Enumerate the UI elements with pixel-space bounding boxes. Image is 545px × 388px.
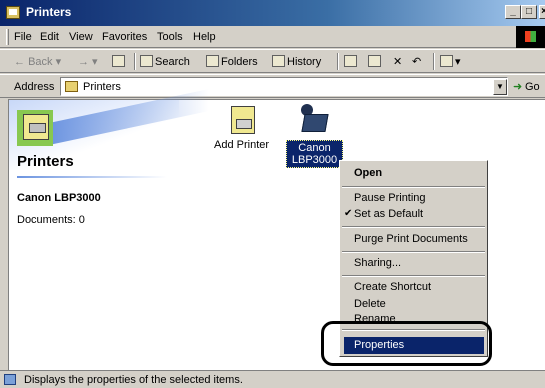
explorer-window: Printers _ □ × File Edit View Favorites … <box>0 0 545 388</box>
menu-open[interactable]: Open <box>340 165 487 182</box>
menu-view[interactable]: View <box>69 31 93 43</box>
move-to-button[interactable] <box>344 55 359 68</box>
menu-tools[interactable]: Tools <box>157 31 183 43</box>
canon-label-line2: LBP3000 <box>291 154 338 166</box>
forward-button[interactable]: → ▾ <box>78 55 98 68</box>
back-button[interactable]: ← Back ▾ <box>14 55 61 68</box>
menu-edit[interactable]: Edit <box>40 31 59 43</box>
menu-separator <box>342 275 485 277</box>
address-dropdown-button[interactable]: ▼ <box>493 79 507 95</box>
delete-toolbar-button[interactable]: ✕ <box>393 55 402 68</box>
properties-highlight-ring <box>321 321 492 366</box>
menu-separator <box>342 226 485 228</box>
history-icon <box>272 55 285 67</box>
search-label: Search <box>155 56 190 68</box>
checkmark-icon: ✔ <box>344 208 353 219</box>
folder-icon <box>65 81 78 92</box>
window-title: Printers <box>26 5 72 19</box>
toolbar: ← Back ▾ → ▾ Search Folders History ✕ ↶ … <box>0 49 545 73</box>
info-panel-title: Printers <box>17 153 74 170</box>
canon-printer-label[interactable]: Canon LBP3000 <box>286 140 343 168</box>
menu-grip <box>6 29 9 45</box>
selected-printer-name: Canon LBP3000 <box>17 192 101 204</box>
add-printer-label[interactable]: Add Printer <box>214 139 269 151</box>
back-label: Back <box>28 56 53 68</box>
canon-label-line1: Canon <box>298 142 331 154</box>
printer-folder-icon <box>23 114 49 140</box>
menu-bar: File Edit View Favorites Tools Help <box>0 26 545 48</box>
folders-icon <box>206 55 219 67</box>
menu-help[interactable]: Help <box>193 31 216 43</box>
views-button[interactable]: ▾ <box>440 55 461 68</box>
views-icon <box>440 55 453 67</box>
go-button[interactable]: Go <box>525 81 540 93</box>
history-button[interactable]: History <box>272 55 321 68</box>
status-icon <box>4 374 16 385</box>
undo-button[interactable]: ↶ <box>412 55 421 68</box>
menu-file[interactable]: File <box>14 31 32 43</box>
address-input[interactable]: Printers <box>60 77 508 96</box>
copy-to-icon <box>368 55 381 67</box>
close-button[interactable]: × <box>539 5 545 19</box>
address-bar: Address Printers ▼ ➜ Go <box>0 74 545 98</box>
menu-separator <box>342 186 485 188</box>
printer-body <box>301 114 329 132</box>
menu-create-shortcut[interactable]: Create Shortcut <box>340 279 487 296</box>
info-panel-divider <box>17 176 167 178</box>
menu-sharing[interactable]: Sharing... <box>340 255 487 272</box>
menu-purge-print-documents[interactable]: Purge Print Documents <box>340 231 487 248</box>
search-icon <box>140 55 153 67</box>
canon-printer-icon[interactable] <box>301 104 329 134</box>
copy-to-button[interactable] <box>368 55 383 68</box>
title-bar[interactable]: Printers _ □ × <box>0 0 545 26</box>
toolbar-separator <box>433 53 435 70</box>
windows-logo-icon <box>516 26 545 48</box>
folders-label: Folders <box>221 56 258 68</box>
menu-favorites[interactable]: Favorites <box>102 31 147 43</box>
history-label: History <box>287 56 322 68</box>
toolbar-separator <box>134 53 136 70</box>
status-bar: Displays the properties of the selected … <box>0 370 545 388</box>
printers-folder-icon <box>6 6 20 19</box>
search-button[interactable]: Search <box>140 55 190 68</box>
go-arrow-icon[interactable]: ➜ <box>513 80 522 93</box>
menu-separator <box>342 251 485 253</box>
address-label: Address <box>14 81 55 93</box>
toolbar-separator <box>337 53 339 70</box>
folders-button[interactable]: Folders <box>206 55 258 68</box>
set-as-default-label: Set as Default <box>354 208 424 220</box>
add-printer-icon[interactable] <box>231 106 255 134</box>
move-to-icon <box>344 55 357 67</box>
up-folder-icon <box>112 55 125 67</box>
menu-set-as-default[interactable]: ✔ Set as Default <box>340 206 487 223</box>
minimize-button[interactable]: _ <box>505 5 521 19</box>
up-button[interactable] <box>112 55 127 68</box>
maximize-button[interactable]: □ <box>521 5 537 19</box>
menu-pause-printing[interactable]: Pause Printing <box>340 190 487 207</box>
address-value: Printers <box>83 81 121 93</box>
documents-count: Documents: 0 <box>17 214 85 226</box>
status-text: Displays the properties of the selected … <box>24 374 243 386</box>
